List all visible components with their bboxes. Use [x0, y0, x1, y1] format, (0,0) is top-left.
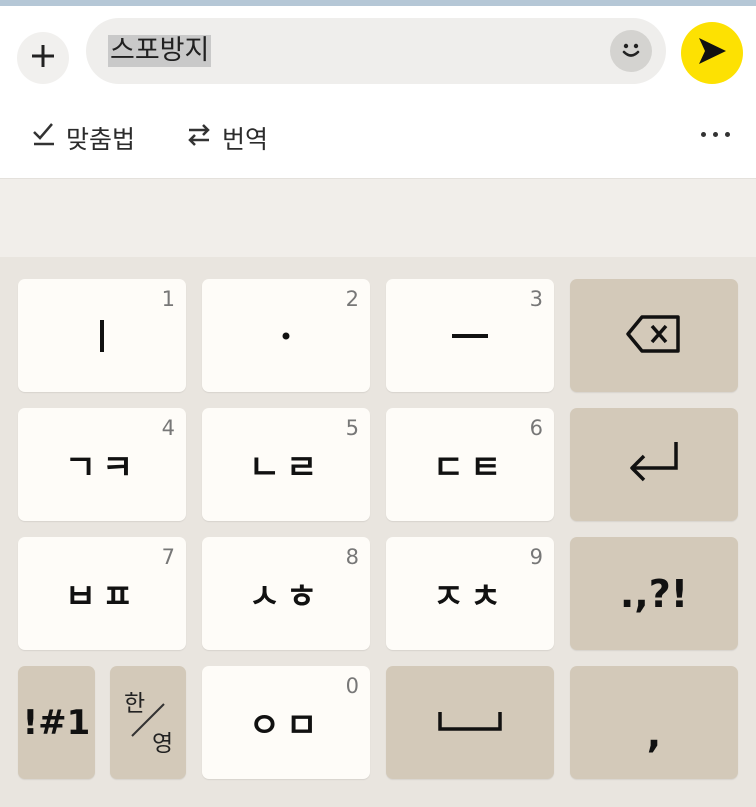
add-button[interactable] [17, 32, 69, 84]
key-label: ㅈㅊ [432, 577, 508, 617]
typed-text: 스포방지 [108, 35, 212, 67]
enter-key[interactable] [570, 408, 738, 521]
smiley-icon [616, 34, 646, 68]
key-label: ㄱㅋ [64, 448, 140, 488]
key-number: 2 [345, 287, 359, 311]
key-number: 5 [345, 416, 359, 440]
key-label: !#1 [22, 702, 91, 743]
emoji-button[interactable] [610, 30, 652, 72]
key-label: ㅅㅎ [248, 577, 324, 617]
yeong-label: 영 [152, 731, 174, 757]
enter-icon [626, 438, 682, 492]
key-number: 4 [161, 416, 175, 440]
space-key[interactable] [386, 666, 554, 779]
keyboard: 1 2 3 4 ㄱㅋ 5 ㄴㄹ 6 ㄷㅌ 7 ㅂㅍ 8 ㅅㅎ 9 ㅈㅊ .,?!… [0, 257, 756, 807]
han-yeong-glyph: 한 영 [110, 666, 186, 779]
spellcheck-button[interactable]: 맞춤법 [32, 120, 135, 156]
key-number: 8 [345, 545, 359, 569]
key-d-t[interactable]: 6 ㄷㅌ [386, 408, 554, 521]
symbols-key[interactable]: !#1 [18, 666, 95, 779]
more-button[interactable] [701, 132, 730, 137]
key-number: 6 [529, 416, 543, 440]
backspace-icon [626, 314, 682, 358]
plus-icon [30, 43, 56, 73]
key-j-ch[interactable]: 9 ㅈㅊ [386, 537, 554, 650]
key-label: , [646, 711, 662, 756]
key-i-glyph [100, 319, 104, 352]
check-icon [32, 122, 56, 154]
key-label: .,?! [619, 571, 689, 616]
key-number: 0 [345, 674, 359, 698]
send-icon [695, 34, 729, 72]
key-label: ㄴㄹ [248, 448, 324, 488]
key-number: 1 [161, 287, 175, 311]
key-b-p[interactable]: 7 ㅂㅍ [18, 537, 186, 650]
more-horizontal-icon [701, 132, 706, 137]
spellcheck-label: 맞춤법 [66, 125, 136, 154]
suggestion-strip [0, 179, 756, 257]
translate-label: 번역 [222, 125, 269, 154]
key-label: ㅂㅍ [64, 577, 140, 617]
key-g-k[interactable]: 4 ㄱㅋ [18, 408, 186, 521]
key-number: 3 [529, 287, 543, 311]
backspace-key[interactable] [570, 279, 738, 392]
comma-key[interactable]: , [570, 666, 738, 779]
key-eu-glyph [452, 333, 488, 338]
key-n-r[interactable]: 5 ㄴㄹ [202, 408, 370, 521]
swap-arrows-icon [186, 122, 212, 154]
key-o-m[interactable]: 0 ㅇㅁ [202, 666, 370, 779]
key-dot[interactable]: 2 [202, 279, 370, 392]
message-input[interactable]: 스포방지 [86, 18, 666, 84]
punctuation-key[interactable]: .,?! [570, 537, 738, 650]
key-dot-glyph [282, 332, 290, 339]
translate-button[interactable]: 번역 [186, 120, 268, 156]
key-i[interactable]: 1 [18, 279, 186, 392]
space-icon [437, 710, 503, 736]
key-eu[interactable]: 3 [386, 279, 554, 392]
han-yeong-key[interactable]: 한 영 [110, 666, 186, 779]
send-button[interactable] [681, 22, 743, 84]
key-s-h[interactable]: 8 ㅅㅎ [202, 537, 370, 650]
message-input-bar: 스포방지 [0, 6, 756, 96]
key-number: 7 [161, 545, 175, 569]
key-label: ㄷㅌ [432, 448, 508, 488]
key-label: ㅇㅁ [248, 706, 324, 746]
key-number: 9 [529, 545, 543, 569]
keyboard-toolbar: 맞춤법 번역 [0, 96, 756, 179]
